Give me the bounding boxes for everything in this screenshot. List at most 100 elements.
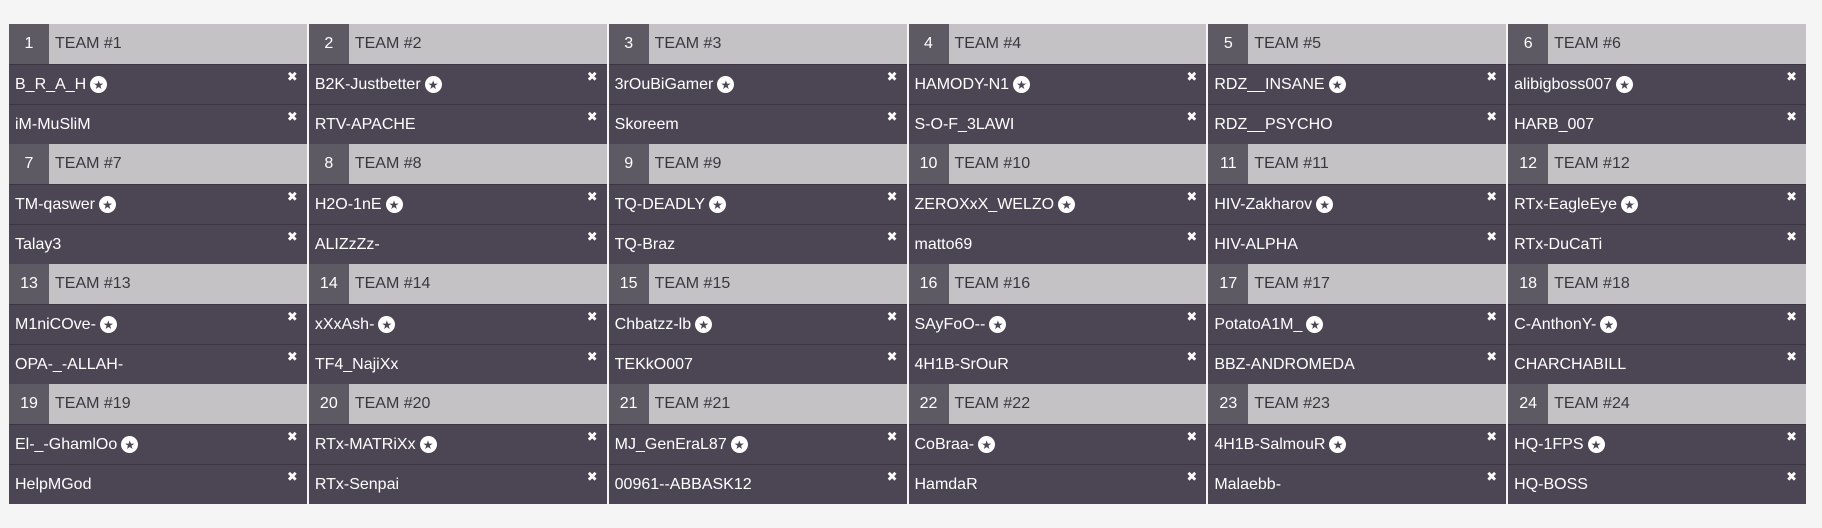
player-slot: B2K-Justbetter ★ ✖ xyxy=(308,64,607,104)
close-icon[interactable]: ✖ xyxy=(1486,110,1497,123)
star-icon: ★ xyxy=(989,316,1007,333)
close-icon[interactable]: ✖ xyxy=(287,350,298,363)
team-name: TEAM #3 xyxy=(654,35,722,52)
player-slot: El-_-GhamlOo ★ ✖ xyxy=(9,424,307,464)
team-name: TEAM #16 xyxy=(954,275,1031,292)
team-header: 22 TEAM #22 xyxy=(908,384,1207,424)
team-name: TEAM #7 xyxy=(55,155,122,172)
player-name: Chbatzz-lb xyxy=(614,315,692,333)
player-slot: H2O-1nE ★ ✖ xyxy=(308,184,607,224)
close-icon[interactable]: ✖ xyxy=(1486,470,1497,483)
close-icon[interactable]: ✖ xyxy=(287,430,298,443)
player-slot: matto69 ✖ xyxy=(908,224,1207,264)
team-number: 5 xyxy=(1208,24,1249,64)
player-slot: Talay3 ✖ xyxy=(9,224,307,264)
player-slot: C-AnthonY- ★ ✖ xyxy=(1508,304,1806,344)
close-icon[interactable]: ✖ xyxy=(1786,430,1797,443)
player-name: TQ-Braz xyxy=(614,235,676,253)
player-slot: Malaebb- ✖ xyxy=(1208,464,1507,504)
team-card: 22 TEAM #22 CoBraa- ★ ✖ HamdaR ✖ xyxy=(908,384,1207,504)
player-name: alibigboss007 xyxy=(1514,75,1613,93)
close-icon[interactable]: ✖ xyxy=(1186,430,1197,443)
player-slot: HelpMGod ✖ xyxy=(9,464,307,504)
close-icon[interactable]: ✖ xyxy=(1786,70,1797,83)
close-icon[interactable]: ✖ xyxy=(1486,430,1497,443)
player-name: RDZ__PSYCHO xyxy=(1214,115,1333,133)
close-icon[interactable]: ✖ xyxy=(1786,310,1797,323)
close-icon[interactable]: ✖ xyxy=(587,230,598,243)
player-name: TF4_NajiXx xyxy=(314,355,399,373)
close-icon[interactable]: ✖ xyxy=(1186,110,1197,123)
close-icon[interactable]: ✖ xyxy=(1486,230,1497,243)
player-slot: ZEROXxX_WELZO ★ ✖ xyxy=(908,184,1207,224)
close-icon[interactable]: ✖ xyxy=(887,310,898,323)
player-slot: HIV-ALPHA ✖ xyxy=(1208,224,1507,264)
team-card: 12 TEAM #12 RTx-EagleEye ★ ✖ RTx-DuCaTi ✖ xyxy=(1508,144,1806,264)
star-icon: ★ xyxy=(730,436,748,453)
close-icon[interactable]: ✖ xyxy=(287,230,298,243)
team-number: 14 xyxy=(308,264,349,304)
player-slot: RDZ__PSYCHO ✖ xyxy=(1208,104,1507,144)
star-icon: ★ xyxy=(90,76,108,93)
player-slot: HQ-BOSS ✖ xyxy=(1508,464,1806,504)
player-name: BBZ-ANDROMEDA xyxy=(1214,355,1355,373)
close-icon[interactable]: ✖ xyxy=(1186,470,1197,483)
close-icon[interactable]: ✖ xyxy=(587,310,598,323)
close-icon[interactable]: ✖ xyxy=(887,470,898,483)
close-icon[interactable]: ✖ xyxy=(287,70,298,83)
close-icon[interactable]: ✖ xyxy=(587,350,598,363)
team-card: 11 TEAM #11 HIV-Zakharov ★ ✖ HIV-ALPHA ✖ xyxy=(1208,144,1507,264)
close-icon[interactable]: ✖ xyxy=(1186,70,1197,83)
star-icon: ★ xyxy=(717,76,735,93)
player-slot: ALIZzZz- ✖ xyxy=(308,224,607,264)
close-icon[interactable]: ✖ xyxy=(1786,190,1797,203)
close-icon[interactable]: ✖ xyxy=(587,190,598,203)
close-icon[interactable]: ✖ xyxy=(1186,350,1197,363)
close-icon[interactable]: ✖ xyxy=(1486,310,1497,323)
player-slot: Chbatzz-lb ★ ✖ xyxy=(608,304,907,344)
player-slot: TF4_NajiXx ✖ xyxy=(308,344,607,384)
star-icon: ★ xyxy=(1013,76,1031,93)
player-name: Skoreem xyxy=(614,115,679,133)
team-name: TEAM #10 xyxy=(954,155,1031,172)
close-icon[interactable]: ✖ xyxy=(887,190,898,203)
close-icon[interactable]: ✖ xyxy=(1786,470,1797,483)
close-icon[interactable]: ✖ xyxy=(587,470,598,483)
close-icon[interactable]: ✖ xyxy=(587,70,598,83)
star-icon: ★ xyxy=(978,436,996,453)
team-name: TEAM #20 xyxy=(354,395,431,412)
player-slot: RTx-EagleEye ★ ✖ xyxy=(1508,184,1806,224)
star-icon: ★ xyxy=(709,196,727,213)
close-icon[interactable]: ✖ xyxy=(587,430,598,443)
close-icon[interactable]: ✖ xyxy=(1786,230,1797,243)
close-icon[interactable]: ✖ xyxy=(1486,350,1497,363)
player-name: HIV-ALPHA xyxy=(1214,235,1298,253)
star-icon: ★ xyxy=(1616,76,1634,93)
player-slot: RDZ__INSANE ★ ✖ xyxy=(1208,64,1507,104)
close-icon[interactable]: ✖ xyxy=(1786,350,1797,363)
close-icon[interactable]: ✖ xyxy=(1186,230,1197,243)
close-icon[interactable]: ✖ xyxy=(1486,70,1497,83)
player-slot: HamdaR ✖ xyxy=(908,464,1207,504)
close-icon[interactable]: ✖ xyxy=(587,110,598,123)
close-icon[interactable]: ✖ xyxy=(287,470,298,483)
close-icon[interactable]: ✖ xyxy=(1186,310,1197,323)
team-header: 5 TEAM #5 xyxy=(1208,24,1507,64)
team-name: TEAM #22 xyxy=(954,395,1031,412)
close-icon[interactable]: ✖ xyxy=(1786,110,1797,123)
close-icon[interactable]: ✖ xyxy=(1186,190,1197,203)
close-icon[interactable]: ✖ xyxy=(887,430,898,443)
close-icon[interactable]: ✖ xyxy=(887,110,898,123)
close-icon[interactable]: ✖ xyxy=(287,310,298,323)
player-slot: M1niCOve- ★ ✖ xyxy=(9,304,307,344)
player-name: RTV-APACHE xyxy=(314,115,416,133)
close-icon[interactable]: ✖ xyxy=(287,110,298,123)
close-icon[interactable]: ✖ xyxy=(887,230,898,243)
close-icon[interactable]: ✖ xyxy=(1486,190,1497,203)
close-icon[interactable]: ✖ xyxy=(887,70,898,83)
player-slot: HIV-Zakharov ★ ✖ xyxy=(1208,184,1507,224)
team-name: TEAM #2 xyxy=(354,35,422,52)
close-icon[interactable]: ✖ xyxy=(287,190,298,203)
close-icon[interactable]: ✖ xyxy=(887,350,898,363)
team-name: TEAM #19 xyxy=(55,395,131,412)
